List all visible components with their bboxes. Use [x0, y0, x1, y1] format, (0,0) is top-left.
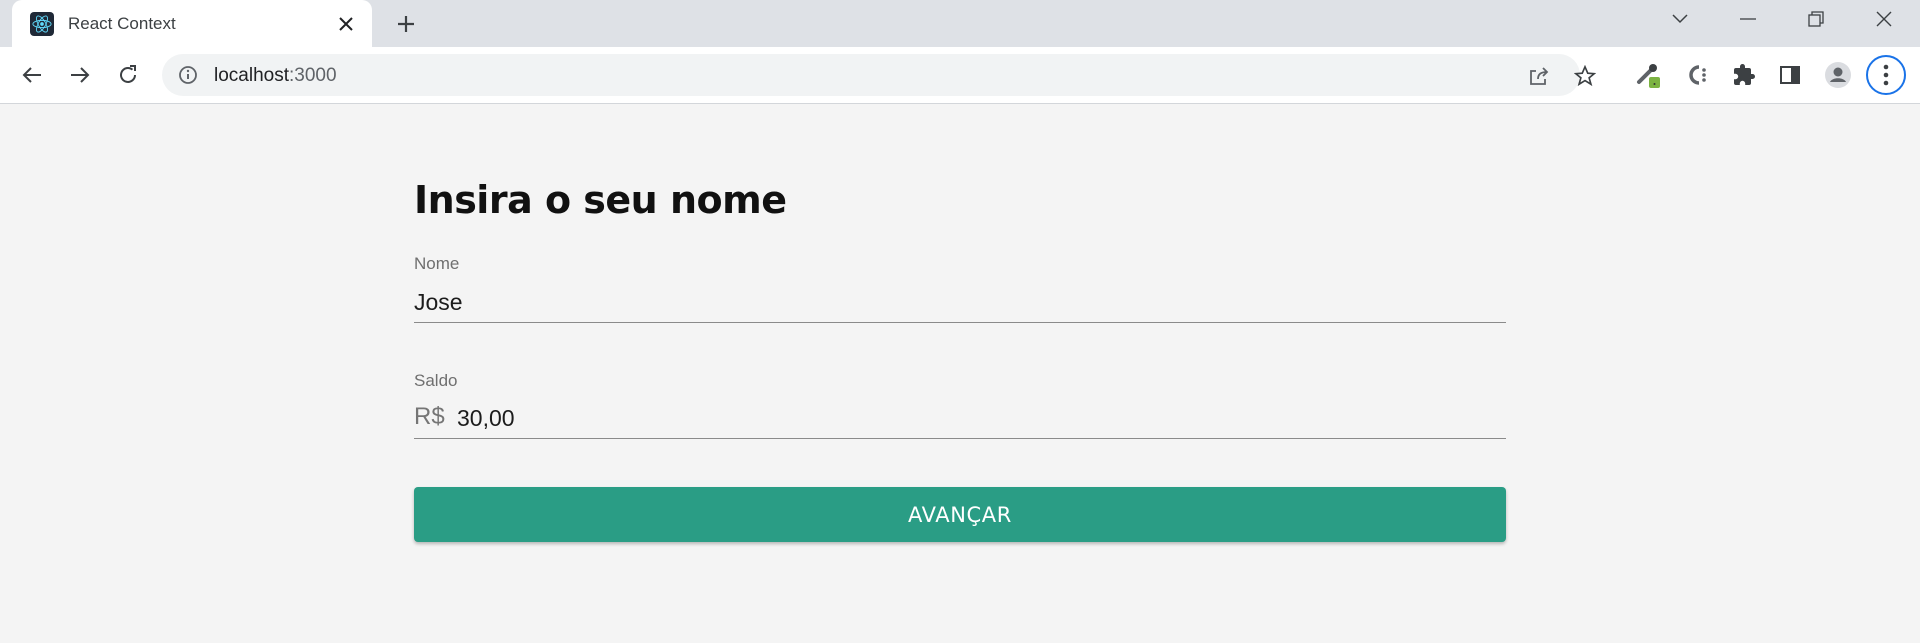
url-host: localhost — [214, 65, 289, 86]
url-port: :3000 — [289, 65, 337, 86]
minimize-icon[interactable] — [1718, 0, 1778, 38]
reload-icon[interactable] — [110, 57, 146, 93]
advance-button[interactable]: AVANÇAR — [414, 487, 1506, 542]
close-icon[interactable] — [332, 10, 360, 38]
chevron-down-icon[interactable] — [1650, 0, 1710, 38]
tab-title: React Context — [68, 13, 176, 33]
react-logo-icon — [30, 11, 54, 36]
browser-tab[interactable]: React Context — [12, 0, 372, 47]
kebab-menu-icon[interactable] — [1866, 55, 1906, 95]
arrow-right-icon[interactable] — [62, 57, 98, 93]
balance-label: Saldo — [414, 371, 458, 390]
balance-input[interactable] — [414, 399, 1506, 439]
info-icon[interactable] — [176, 63, 200, 87]
window-close-icon[interactable] — [1854, 0, 1914, 38]
restore-icon[interactable] — [1786, 0, 1846, 38]
url-text: localhost:3000 — [214, 65, 337, 87]
plus-icon[interactable] — [390, 8, 422, 40]
arrow-left-icon[interactable] — [14, 57, 50, 93]
address-bar[interactable]: localhost:3000 — [162, 54, 1596, 96]
css-extension-icon[interactable] — [1678, 57, 1714, 93]
name-label: Nome — [414, 254, 460, 273]
color-picker-extension-icon[interactable] — [1630, 57, 1666, 93]
browser-toolbar: localhost:3000 — [0, 47, 1920, 104]
page-title: Insira o seu nome — [414, 178, 787, 222]
side-panel-icon[interactable] — [1772, 57, 1808, 93]
name-input[interactable] — [414, 283, 1506, 323]
profile-icon[interactable] — [1820, 57, 1856, 93]
puzzle-icon[interactable] — [1726, 57, 1762, 93]
share-icon[interactable] — [1526, 63, 1552, 89]
star-icon[interactable] — [1572, 63, 1598, 89]
tab-strip: React Context — [0, 0, 1920, 47]
